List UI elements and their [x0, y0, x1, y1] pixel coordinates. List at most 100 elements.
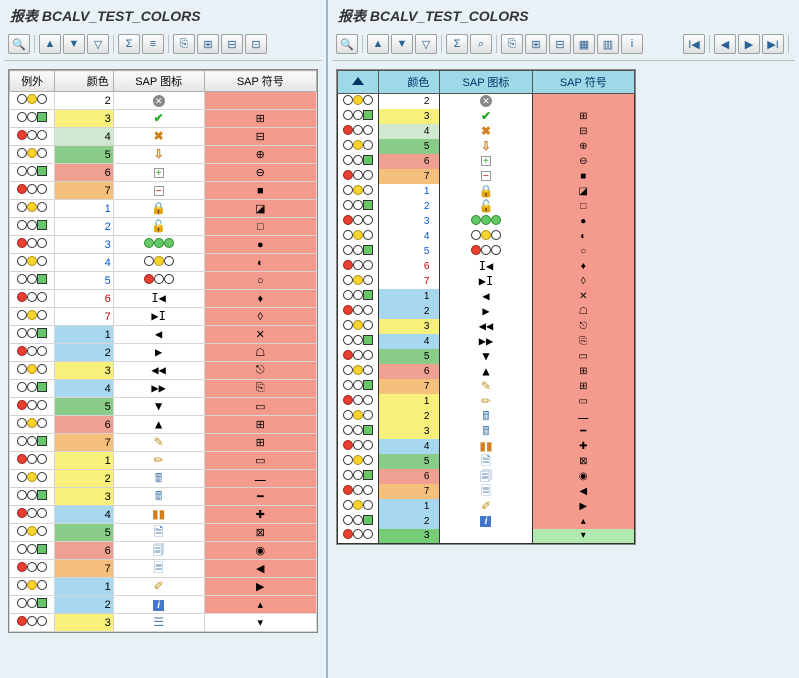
table-row[interactable]: 1✏▭ — [10, 452, 317, 470]
hdr-color[interactable]: 颜色 — [378, 71, 439, 94]
table-row[interactable]: 5○ — [338, 244, 635, 259]
table-row[interactable]: 6I◀♦ — [338, 259, 635, 274]
sort-desc-button[interactable]: ▼ — [63, 34, 85, 54]
sort-asc-button[interactable]: ▲ — [39, 34, 61, 54]
table-row[interactable]: 3▾ — [338, 529, 635, 544]
table-row[interactable]: 2🖩⎼ — [10, 470, 317, 488]
table-row[interactable]: 6🗐◉ — [338, 469, 635, 484]
filter-button[interactable]: ▽ — [87, 34, 109, 54]
table-row[interactable]: 4◐ — [338, 229, 635, 244]
table-row[interactable]: 7✎⊞ — [10, 434, 317, 452]
table-row[interactable]: 5▼▭ — [338, 349, 635, 364]
hdr-symbol[interactable]: SAP 符号 — [532, 71, 634, 94]
layout-button[interactable]: ⊟ — [221, 34, 243, 54]
hdr-icon[interactable]: SAP 图标 — [440, 71, 532, 94]
table-row[interactable]: 5○ — [10, 272, 317, 290]
table-row[interactable]: 5▼▭ — [10, 398, 317, 416]
symbol-cell: ▶ — [532, 499, 634, 514]
grid-button[interactable]: ▦ — [573, 34, 595, 54]
table-row[interactable]: 7−■ — [338, 169, 635, 184]
excel-button[interactable]: ⊞ — [525, 34, 547, 54]
traffic-light-icon — [17, 580, 47, 590]
calculator-icon: 🖩 — [482, 410, 489, 422]
table-row[interactable]: 3🖩━ — [10, 488, 317, 506]
table-row[interactable]: 7🗏◀ — [338, 484, 635, 499]
table-row[interactable]: 3🖩━ — [338, 424, 635, 439]
table-row[interactable]: 1✐▶ — [10, 578, 317, 596]
table-row[interactable]: 5⇩⊕ — [10, 146, 317, 164]
export-button[interactable]: ⎘ — [173, 34, 195, 54]
layout-button[interactable]: ⊟ — [549, 34, 571, 54]
table-row[interactable]: 1✏▭ — [338, 394, 635, 409]
table-row[interactable]: 3✔⊞ — [338, 109, 635, 124]
table-row[interactable]: 5⇩⊕ — [338, 139, 635, 154]
sort-desc-button[interactable]: ▼ — [391, 34, 413, 54]
table-row[interactable]: 2🔓□ — [338, 199, 635, 214]
table-row[interactable]: 2i▴ — [338, 514, 635, 529]
hdr-exception[interactable]: 例外 — [10, 71, 55, 92]
table-row[interactable]: 1◀✕ — [338, 289, 635, 304]
table-row[interactable]: 4▮▮✚ — [10, 506, 317, 524]
subtotal-button[interactable]: ≡ — [142, 34, 164, 54]
details-button[interactable]: 🔍 — [336, 34, 358, 54]
table-row[interactable]: 3◀◀⎋ — [10, 362, 317, 380]
table-row[interactable]: 7−■ — [10, 182, 317, 200]
table-row[interactable]: 7🗏◀ — [10, 560, 317, 578]
save-variant-button[interactable]: ⊡ — [245, 34, 267, 54]
table-row[interactable]: 4▶▶⎘ — [338, 334, 635, 349]
table-row[interactable]: 3◀◀⎋ — [338, 319, 635, 334]
table-row[interactable]: 2▶☖ — [10, 344, 317, 362]
table-row[interactable]: 4◐ — [10, 254, 317, 272]
first-button[interactable]: I◀ — [683, 34, 705, 54]
table-row[interactable]: 1🔒◪ — [338, 184, 635, 199]
table-row[interactable]: 3☰▾ — [10, 614, 317, 632]
last-button[interactable]: ▶I — [762, 34, 784, 54]
table-row[interactable]: 4✖⊟ — [338, 124, 635, 139]
excel-button[interactable]: ⊞ — [197, 34, 219, 54]
table-row[interactable]: 2🖩⎼ — [338, 409, 635, 424]
table-row[interactable]: 2✕ — [10, 92, 317, 110]
hdr-exception[interactable] — [338, 71, 379, 94]
table-row[interactable]: 1✐▶ — [338, 499, 635, 514]
details-button[interactable]: 🔍 — [8, 34, 30, 54]
find-button[interactable]: ⌕ — [470, 34, 492, 54]
hdr-symbol[interactable]: SAP 符号 — [204, 71, 316, 92]
table-row[interactable]: 6I◀♦ — [10, 290, 317, 308]
table-row[interactable]: 6▲⊞ — [10, 416, 317, 434]
hdr-color[interactable]: 颜色 — [55, 71, 113, 92]
info-button[interactable]: i — [621, 34, 643, 54]
table-row[interactable]: 7▶I◊ — [10, 308, 317, 326]
sort-asc-button[interactable]: ▲ — [367, 34, 389, 54]
sum-button[interactable]: Σ — [446, 34, 468, 54]
color-cell: 1 — [55, 578, 113, 596]
table-row[interactable]: 4▮▮✚ — [338, 439, 635, 454]
table-row[interactable]: 6+⊖ — [10, 164, 317, 182]
table-row[interactable]: 2i▴ — [10, 596, 317, 614]
table-row[interactable]: 6+⊖ — [338, 154, 635, 169]
table-row[interactable]: 4✖⊟ — [10, 128, 317, 146]
right-grid: 颜色 SAP 图标 SAP 符号 2✕3✔⊞4✖⊟5⇩⊕6+⊖7−■1🔒◪2🔓□… — [336, 69, 636, 545]
export-button[interactable]: ⎘ — [501, 34, 523, 54]
sum-button[interactable]: Σ — [118, 34, 140, 54]
prev-button[interactable]: ◀ — [714, 34, 736, 54]
table-row[interactable]: 2▶☖ — [338, 304, 635, 319]
table-row[interactable]: 3● — [338, 214, 635, 229]
table-row[interactable]: 1🔒◪ — [10, 200, 317, 218]
table-row[interactable]: 5🗎⊠ — [338, 454, 635, 469]
color-cell: 2 — [55, 92, 113, 110]
table-row[interactable]: 6▲⊞ — [338, 364, 635, 379]
table-row[interactable]: 5🗎⊠ — [10, 524, 317, 542]
table-row[interactable]: 7✎⊞ — [338, 379, 635, 394]
table-row[interactable]: 7▶I◊ — [338, 274, 635, 289]
table-row[interactable]: 1◀✕ — [10, 326, 317, 344]
filter-button[interactable]: ▽ — [415, 34, 437, 54]
next-button[interactable]: ▶ — [738, 34, 760, 54]
table-row[interactable]: 3● — [10, 236, 317, 254]
table-row[interactable]: 6🗐◉ — [10, 542, 317, 560]
table-row[interactable]: 2🔓□ — [10, 218, 317, 236]
table-row[interactable]: 4▶▶⎘ — [10, 380, 317, 398]
hdr-icon[interactable]: SAP 图标 — [113, 71, 204, 92]
table-row[interactable]: 3✔⊞ — [10, 110, 317, 128]
grid2-button[interactable]: ▥ — [597, 34, 619, 54]
table-row[interactable]: 2✕ — [338, 94, 635, 109]
